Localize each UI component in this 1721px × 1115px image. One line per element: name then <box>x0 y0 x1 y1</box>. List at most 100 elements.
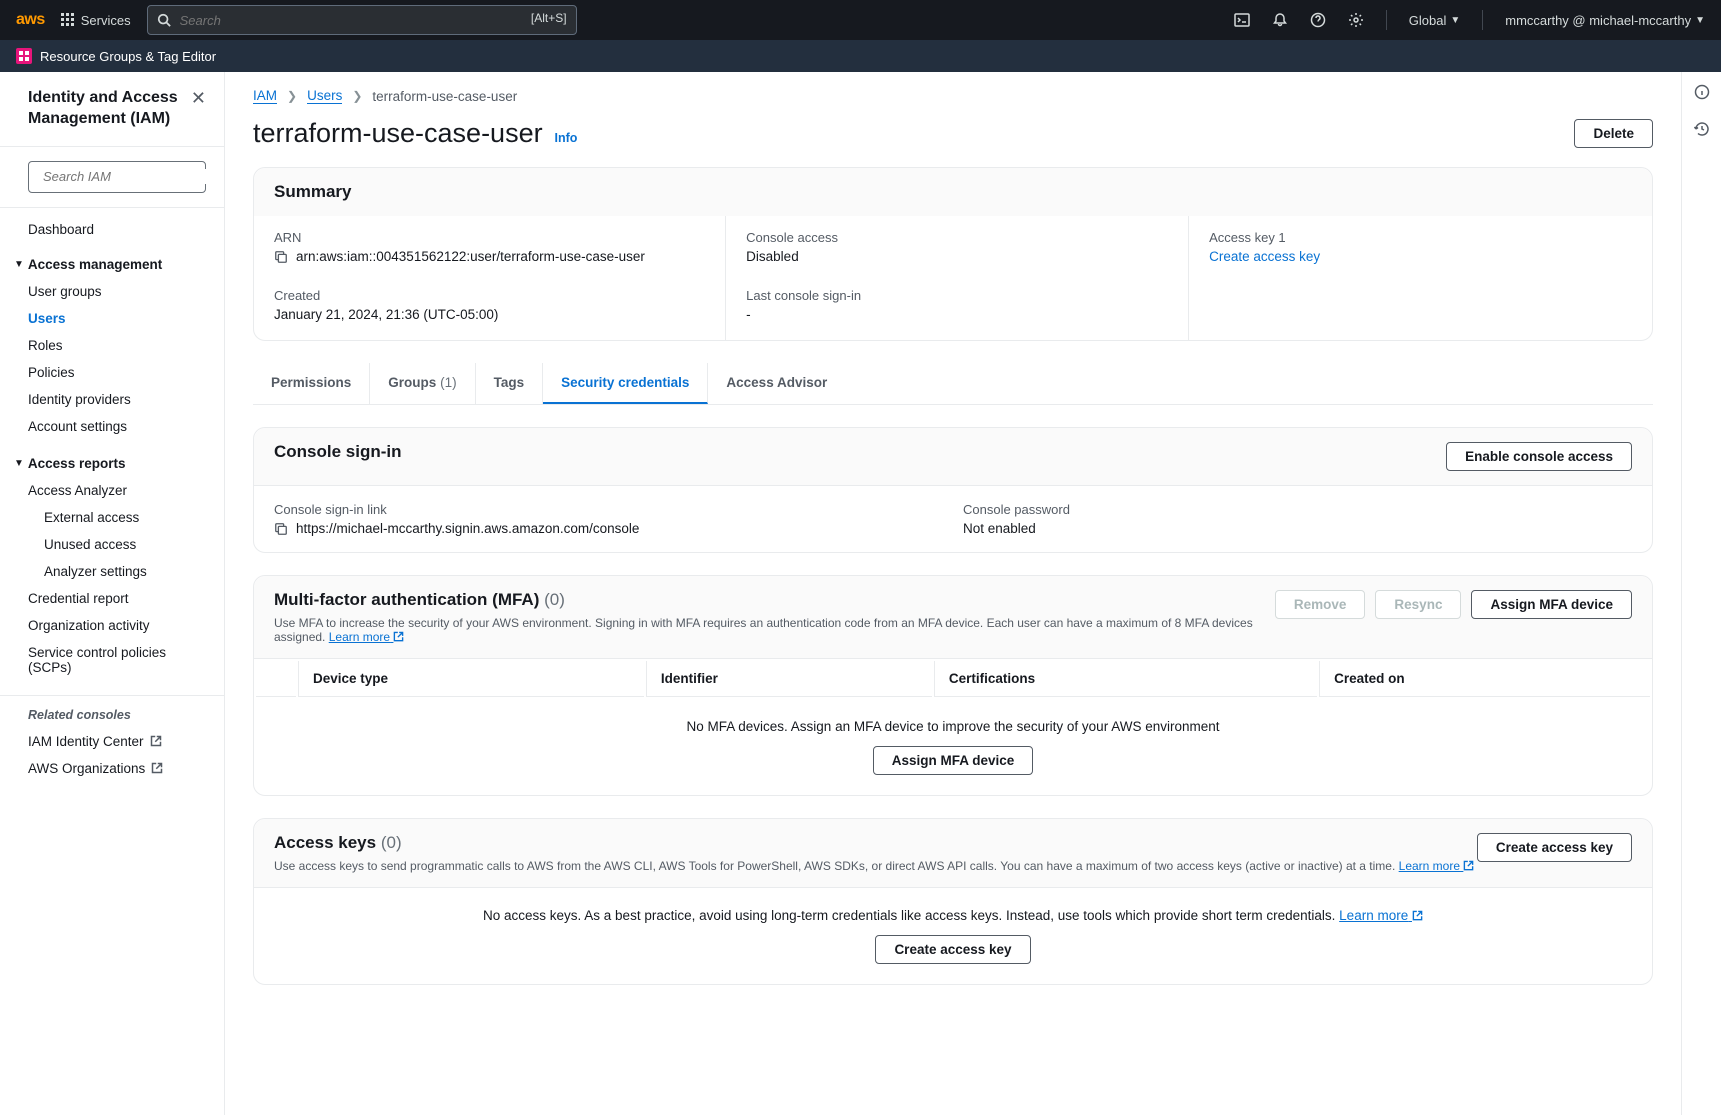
region-label: Global <box>1409 13 1447 28</box>
chevron-right-icon: ❯ <box>287 89 297 103</box>
info-panel-icon[interactable] <box>1694 84 1710 103</box>
sidebar-item-access-analyzer[interactable]: Access Analyzer <box>0 477 224 504</box>
page-title: terraform-use-case-user <box>253 118 543 148</box>
sidebar-item-account-settings[interactable]: Account settings <box>0 413 224 440</box>
sidebar-title: Identity and Access Management (IAM) <box>28 88 191 130</box>
mfa-col-created-on[interactable]: Created on <box>1319 661 1650 697</box>
services-label: Services <box>81 13 131 28</box>
external-link-icon <box>393 631 404 642</box>
mfa-table: Device type Identifier Certifications Cr… <box>254 658 1652 699</box>
sidebar-item-aws-organizations[interactable]: AWS Organizations <box>0 755 224 782</box>
sidebar-item-roles[interactable]: Roles <box>0 332 224 359</box>
external-link-icon <box>1412 910 1423 921</box>
create-access-key-button[interactable]: Create access key <box>1477 833 1632 862</box>
console-password-label: Console password <box>963 502 1632 517</box>
mfa-col-select <box>256 661 296 697</box>
tab-count: (1) <box>440 375 457 390</box>
right-rail <box>1681 72 1721 1115</box>
create-access-key-link[interactable]: Create access key <box>1209 249 1320 264</box>
signin-link-value: https://michael-mccarthy.signin.aws.amaz… <box>296 521 639 536</box>
access-keys-empty-learn-more-link[interactable]: Learn more <box>1339 908 1423 923</box>
account-menu[interactable]: mmccarthy @ michael-mccarthy▼ <box>1505 13 1705 28</box>
settings-icon[interactable] <box>1348 12 1364 28</box>
sidebar-group-access-management[interactable]: ▼ Access management <box>0 251 224 278</box>
sidebar-search-input[interactable] <box>43 169 221 184</box>
related-consoles-title: Related consoles <box>0 696 224 728</box>
sidebar-item-users[interactable]: Users <box>0 305 224 332</box>
tab-security-credentials[interactable]: Security credentials <box>543 363 708 404</box>
copy-icon[interactable] <box>274 250 288 264</box>
sidebar-item-scp[interactable]: Service control policies (SCPs) <box>0 639 224 681</box>
access-keys-title: Access keys <box>274 833 376 852</box>
breadcrumb-users[interactable]: Users <box>307 88 342 104</box>
nav-right: Global▼ mmccarthy @ michael-mccarthy▼ <box>1234 10 1705 30</box>
sidebar-item-label: AWS Organizations <box>28 761 145 776</box>
search-input[interactable] <box>147 5 577 35</box>
mfa-learn-more-link[interactable]: Learn more <box>329 630 405 644</box>
history-icon[interactable] <box>1694 121 1710 140</box>
sidebar-item-dashboard[interactable]: Dashboard <box>0 216 224 243</box>
sidebar-item-organization-activity[interactable]: Organization activity <box>0 612 224 639</box>
sidebar-item-policies[interactable]: Policies <box>0 359 224 386</box>
mfa-count: (0) <box>544 590 565 609</box>
remove-mfa-button[interactable]: Remove <box>1275 590 1366 619</box>
sidebar-group-label: Access reports <box>28 456 126 471</box>
global-search: [Alt+S] <box>147 5 577 35</box>
resource-groups-link[interactable]: Resource Groups & Tag Editor <box>40 49 216 64</box>
access-keys-count: (0) <box>381 833 402 852</box>
resync-mfa-button[interactable]: Resync <box>1375 590 1461 619</box>
mfa-description: Use MFA to increase the security of your… <box>274 616 1253 644</box>
console-password-value: Not enabled <box>963 521 1632 536</box>
info-link[interactable]: Info <box>554 131 577 145</box>
created-value: January 21, 2024, 21:36 (UTC-05:00) <box>274 307 705 322</box>
mfa-col-certifications[interactable]: Certifications <box>934 661 1317 697</box>
create-access-key-empty-button[interactable]: Create access key <box>875 935 1030 964</box>
mfa-empty-text: No MFA devices. Assign an MFA device to … <box>254 699 1652 740</box>
services-menu[interactable]: Services <box>61 13 131 28</box>
search-shortcut: [Alt+S] <box>531 11 567 25</box>
sidebar-item-user-groups[interactable]: User groups <box>0 278 224 305</box>
top-nav: aws Services [Alt+S] Global▼ m <box>0 0 1721 40</box>
sidebar-item-identity-providers[interactable]: Identity providers <box>0 386 224 413</box>
cloudshell-icon[interactable] <box>1234 12 1250 28</box>
region-selector[interactable]: Global▼ <box>1409 13 1460 28</box>
assign-mfa-empty-button[interactable]: Assign MFA device <box>873 746 1034 775</box>
sidebar-item-unused-access[interactable]: Unused access <box>0 531 224 558</box>
aws-logo[interactable]: aws <box>16 11 45 29</box>
mfa-col-identifier[interactable]: Identifier <box>646 661 932 697</box>
sidebar-item-analyzer-settings[interactable]: Analyzer settings <box>0 558 224 585</box>
mfa-col-device-type[interactable]: Device type <box>298 661 644 697</box>
sidebar-item-iam-identity-center[interactable]: IAM Identity Center <box>0 728 224 755</box>
sidebar-search <box>28 161 206 193</box>
access-keys-learn-more-link[interactable]: Learn more <box>1399 859 1475 873</box>
external-link-icon <box>1463 860 1474 871</box>
tab-label: Groups <box>388 375 436 390</box>
access-keys-empty-text: No access keys. As a best practice, avoi… <box>483 908 1335 923</box>
sidebar-group-access-reports[interactable]: ▼ Access reports <box>0 450 224 477</box>
help-icon[interactable] <box>1310 12 1326 28</box>
copy-icon[interactable] <box>274 522 288 536</box>
access-key-1-label: Access key 1 <box>1209 230 1632 245</box>
close-icon[interactable]: ✕ <box>191 88 206 109</box>
resource-groups-icon <box>16 48 32 64</box>
created-label: Created <box>274 288 705 303</box>
sidebar-item-credential-report[interactable]: Credential report <box>0 585 224 612</box>
mfa-title: Multi-factor authentication (MFA) <box>274 590 539 609</box>
enable-console-access-button[interactable]: Enable console access <box>1446 442 1632 471</box>
notifications-icon[interactable] <box>1272 12 1288 28</box>
learn-more-label: Learn more <box>1399 859 1460 873</box>
delete-button[interactable]: Delete <box>1574 119 1653 148</box>
search-icon <box>157 13 171 30</box>
tab-tags[interactable]: Tags <box>476 363 544 404</box>
breadcrumb-iam[interactable]: IAM <box>253 88 277 104</box>
sidebar-item-external-access[interactable]: External access <box>0 504 224 531</box>
chevron-right-icon: ❯ <box>352 89 362 103</box>
console-access-label: Console access <box>746 230 1168 245</box>
tab-groups[interactable]: Groups (1) <box>370 363 475 404</box>
assign-mfa-button[interactable]: Assign MFA device <box>1471 590 1632 619</box>
tab-access-advisor[interactable]: Access Advisor <box>708 363 845 404</box>
tab-permissions[interactable]: Permissions <box>253 363 370 404</box>
sidebar-group-label: Access management <box>28 257 162 272</box>
external-link-icon <box>150 735 162 747</box>
caret-down-icon: ▼ <box>14 458 24 469</box>
